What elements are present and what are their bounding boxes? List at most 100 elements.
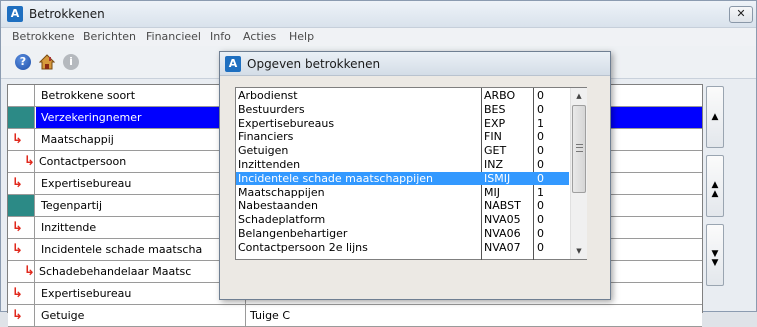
row-indicator[interactable]: [8, 151, 35, 172]
help-icon[interactable]: ?: [15, 54, 31, 70]
row-indicator[interactable]: ↳: [8, 217, 35, 238]
item-name: Contactpersoon 2e lijns: [238, 240, 368, 254]
item-code: ISMIJ: [484, 171, 511, 185]
item-code: INZ: [484, 158, 504, 171]
list-item[interactable]: Inzittenden INZ 0: [236, 158, 569, 171]
cell-betrokkene-soort[interactable]: Incidentele schade maatscha: [36, 239, 246, 260]
child-arrow-icon: ↳: [12, 132, 23, 147]
list-item[interactable]: Bestuurders BES 0: [236, 103, 569, 116]
item-name: Belangenbehartiger: [238, 227, 348, 240]
menu-info[interactable]: Info: [210, 30, 231, 43]
grip-icon: [576, 144, 583, 152]
item-name: Getuigen: [238, 144, 289, 158]
child-arrow-icon: ↳: [12, 242, 23, 257]
item-code: GET: [484, 144, 507, 158]
list-item[interactable]: Arbodienst ARBO 0: [236, 89, 569, 102]
betrokkenen-listbox[interactable]: Arbodienst ARBO 0 Bestuurders BES 0 Expertiseb…: [235, 87, 587, 260]
list-item[interactable]: Belangenbehartiger NVA06 0: [236, 227, 569, 240]
item-name: Inzittenden: [238, 158, 301, 171]
cell-betrokkene-soort[interactable]: Getuige: [36, 305, 246, 326]
table-row[interactable]: ↳ Getuige Tuige C: [8, 305, 702, 327]
cell-betrokkene-soort[interactable]: Contactpersoon: [36, 151, 246, 172]
column-header-betrokkene-soort[interactable]: Betrokkene soort: [36, 85, 246, 106]
move-up-button[interactable]: ▲: [706, 86, 724, 148]
cell-naam[interactable]: Tuige C: [247, 305, 702, 326]
move-top-button[interactable]: ▲ ▲: [706, 155, 724, 217]
cell-betrokkene-soort[interactable]: Expertisebureau: [36, 283, 246, 304]
opgeven-betrokkenen-dialog: A Opgeven betrokkenen Arbodienst ARBO 0 Bes…: [219, 51, 611, 300]
menu-acties[interactable]: Acties: [243, 30, 276, 43]
child-arrow-icon: ↳: [12, 220, 23, 235]
item-count: 0: [537, 144, 544, 158]
menu-help[interactable]: Help: [289, 30, 314, 43]
item-code: NVA07: [484, 240, 521, 254]
child-arrow-icon: ↳: [12, 286, 23, 301]
row-indicator[interactable]: ↳: [8, 173, 35, 194]
item-code: NVA06: [484, 227, 521, 240]
item-count: 0: [537, 240, 544, 254]
scroll-up-icon[interactable]: ▲: [571, 88, 587, 104]
row-indicator[interactable]: [8, 195, 35, 216]
item-name: Expertisebureaus: [238, 116, 335, 130]
dialog-body: Arbodienst ARBO 0 Bestuurders BES 0 Expertiseb…: [220, 76, 610, 299]
item-code: MIJ: [484, 185, 500, 199]
listbox-scrollbar[interactable]: ▲ ▼: [570, 88, 587, 259]
item-code: EXP: [484, 116, 506, 130]
row-indicator[interactable]: ↳: [8, 305, 35, 326]
item-count: 0: [537, 102, 544, 116]
item-count: 0: [537, 130, 544, 144]
list-item[interactable]: Incidentele schade maatschappijen ISMIJ 0: [236, 171, 569, 185]
item-count: 1: [537, 116, 544, 130]
item-count: 0: [537, 89, 544, 102]
item-name: Bestuurders: [238, 102, 305, 116]
title-bar: A Betrokkenen ✕: [1, 1, 756, 28]
menu-berichten[interactable]: Berichten: [83, 30, 136, 43]
cell-betrokkene-soort[interactable]: Verzekeringnemer: [36, 107, 246, 128]
row-indicator[interactable]: ↳: [8, 283, 35, 304]
row-indicator[interactable]: ↳: [8, 129, 35, 150]
menu-financieel[interactable]: Financieel: [146, 30, 201, 43]
cell-betrokkene-soort[interactable]: Inzittende: [36, 217, 246, 238]
list-item[interactable]: Financiers FIN 0: [236, 130, 569, 143]
item-count: 0: [537, 213, 544, 227]
dialog-title-bar[interactable]: A Opgeven betrokkenen: [220, 52, 610, 76]
info-icon[interactable]: i: [63, 54, 79, 70]
list-item[interactable]: Schadeplatform NVA05 0: [236, 213, 569, 226]
scroll-thumb[interactable]: [572, 105, 586, 193]
side-button-column: ▲ ▲ ▲ ▼ ▼: [706, 84, 726, 313]
child-arrow-icon: ↳: [12, 308, 23, 323]
item-count: 0: [537, 171, 544, 185]
menu-betrokkene[interactable]: Betrokkene: [12, 30, 75, 43]
header-corner: [8, 85, 35, 106]
item-name: Incidentele schade maatschappijen: [238, 171, 433, 185]
item-count: 0: [537, 158, 544, 171]
row-indicator[interactable]: [8, 107, 35, 128]
item-name: Schadeplatform: [238, 213, 326, 227]
list-item[interactable]: Expertisebureaus EXP 1: [236, 117, 569, 130]
list-item[interactable]: Nabestaanden NABST 0: [236, 199, 569, 212]
move-down-button[interactable]: ▼ ▼: [706, 224, 724, 286]
item-name: Financiers: [238, 130, 294, 144]
item-code: NABST: [484, 199, 521, 213]
cell-betrokkene-soort[interactable]: Tegenpartij: [36, 195, 246, 216]
list-item[interactable]: Maatschappijen MIJ 1: [236, 186, 569, 199]
list-item[interactable]: Getuigen GET 0: [236, 144, 569, 157]
item-code: ARBO: [484, 89, 516, 102]
cell-betrokkene-soort[interactable]: Expertisebureau: [36, 173, 246, 194]
close-button[interactable]: ✕: [729, 6, 753, 23]
item-name: Nabestaanden: [238, 199, 318, 213]
child-arrow-icon: ↳: [12, 176, 23, 191]
item-name: Maatschappijen: [238, 185, 325, 199]
app-logo-icon: A: [7, 6, 23, 22]
row-indicator[interactable]: ↳: [8, 239, 35, 260]
item-code: NVA05: [484, 213, 521, 227]
item-code: FIN: [484, 130, 502, 144]
item-count: 1: [537, 185, 544, 199]
item-count: 0: [537, 227, 544, 240]
home-icon[interactable]: [38, 54, 56, 70]
cell-betrokkene-soort[interactable]: Schadebehandelaar Maatsc: [36, 261, 246, 282]
cell-betrokkene-soort[interactable]: Maatschappij: [36, 129, 246, 150]
list-item[interactable]: Contactpersoon 2e lijns NVA07 0: [236, 241, 569, 254]
row-indicator[interactable]: [8, 261, 35, 282]
scroll-down-icon[interactable]: ▼: [571, 243, 587, 259]
